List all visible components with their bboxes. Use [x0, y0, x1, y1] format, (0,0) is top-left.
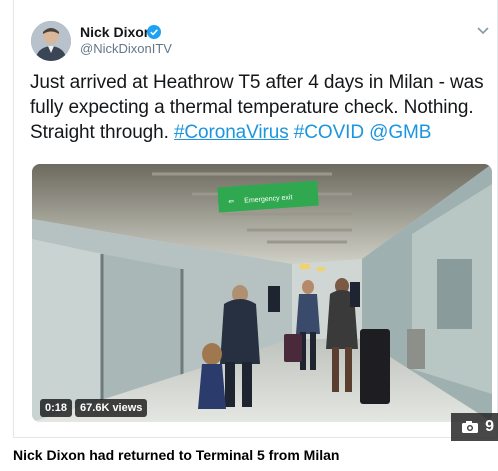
- hashtag-link[interactable]: #COVID: [294, 122, 364, 143]
- mention-link[interactable]: @GMB: [369, 122, 431, 143]
- gallery-count-button[interactable]: 9: [451, 413, 498, 441]
- verified-badge-icon: [147, 25, 161, 39]
- author-name[interactable]: Nick Dixon: [80, 24, 152, 40]
- video-info: 0:18 67.6K views: [40, 399, 148, 417]
- image-caption: Nick Dixon had returned to Terminal 5 fr…: [13, 447, 340, 463]
- video-duration: 0:18: [40, 399, 73, 417]
- video-views: 67.6K views: [75, 399, 148, 417]
- avatar[interactable]: [31, 21, 71, 61]
- tweet-text: Just arrived at Heathrow T5 after 4 days…: [30, 70, 492, 145]
- hashtag-link[interactable]: #CoronaVirus: [174, 122, 289, 143]
- video-player[interactable]: ⇐ Emergency exit 0:18 67.6K views: [32, 164, 492, 422]
- tweet-card[interactable]: Nick Dixon @NickDixonITV Just arrived at…: [13, 0, 498, 438]
- svg-text:⇐: ⇐: [228, 198, 234, 205]
- camera-icon: [462, 421, 479, 433]
- photo-count: 9: [485, 418, 494, 435]
- chevron-down-icon[interactable]: [477, 26, 489, 36]
- author-handle[interactable]: @NickDixonITV: [80, 41, 172, 56]
